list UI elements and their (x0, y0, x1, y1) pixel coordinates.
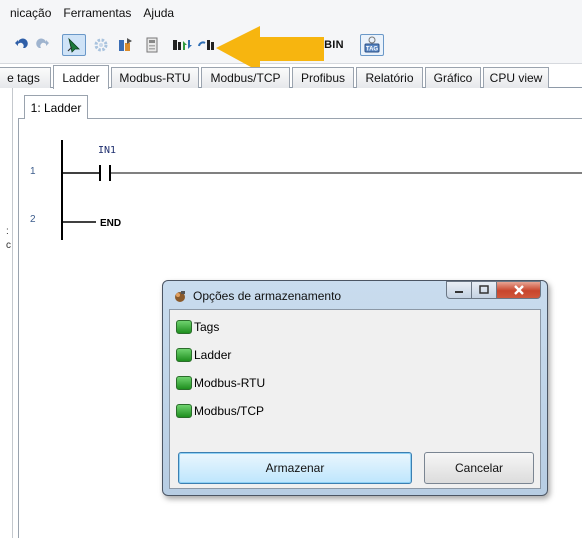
rung-number: 2 (30, 214, 36, 225)
option-label: Modbus/TCP (194, 404, 265, 418)
contact-label-in1[interactable]: IN1 (98, 145, 116, 156)
close-button[interactable] (497, 281, 541, 299)
option-modbus-rtu[interactable]: Modbus-RTU (176, 374, 265, 392)
option-label: Ladder (194, 348, 232, 362)
store-button[interactable]: Armazenar (178, 452, 412, 484)
option-label: Modbus-RTU (194, 376, 266, 390)
option-ladder[interactable]: Ladder (176, 346, 231, 364)
rung-number: 1 (30, 166, 36, 177)
option-tags[interactable]: Tags (176, 318, 219, 336)
dialog-title: Opções de armazenamento (193, 289, 342, 303)
tab-ladder[interactable]: Ladder (53, 65, 109, 89)
dialog-body: Tags Ladder Modbus-RTU Modbus/TCP Armaze… (169, 309, 541, 489)
option-modbus-tcp[interactable]: Modbus/TCP (176, 402, 264, 420)
checkbox-icon[interactable] (176, 348, 192, 362)
subtab-ladder[interactable]: 1: Ladder (24, 95, 88, 119)
checkbox-icon[interactable] (176, 320, 192, 334)
maximize-icon (479, 285, 489, 294)
window-controls (446, 281, 541, 299)
checkbox-icon[interactable] (176, 376, 192, 390)
end-instruction: END (100, 218, 122, 229)
minimize-icon (455, 291, 463, 293)
minimize-button[interactable] (446, 281, 472, 299)
checkbox-icon[interactable] (176, 404, 192, 418)
cancel-button[interactable]: Cancelar (424, 452, 534, 484)
app-icon (172, 288, 188, 307)
storage-options-dialog: Opções de armazenamento Tags Ladder Modb… (162, 280, 548, 496)
maximize-button[interactable] (472, 281, 497, 299)
option-label: Tags (194, 320, 220, 334)
close-icon (513, 285, 524, 295)
